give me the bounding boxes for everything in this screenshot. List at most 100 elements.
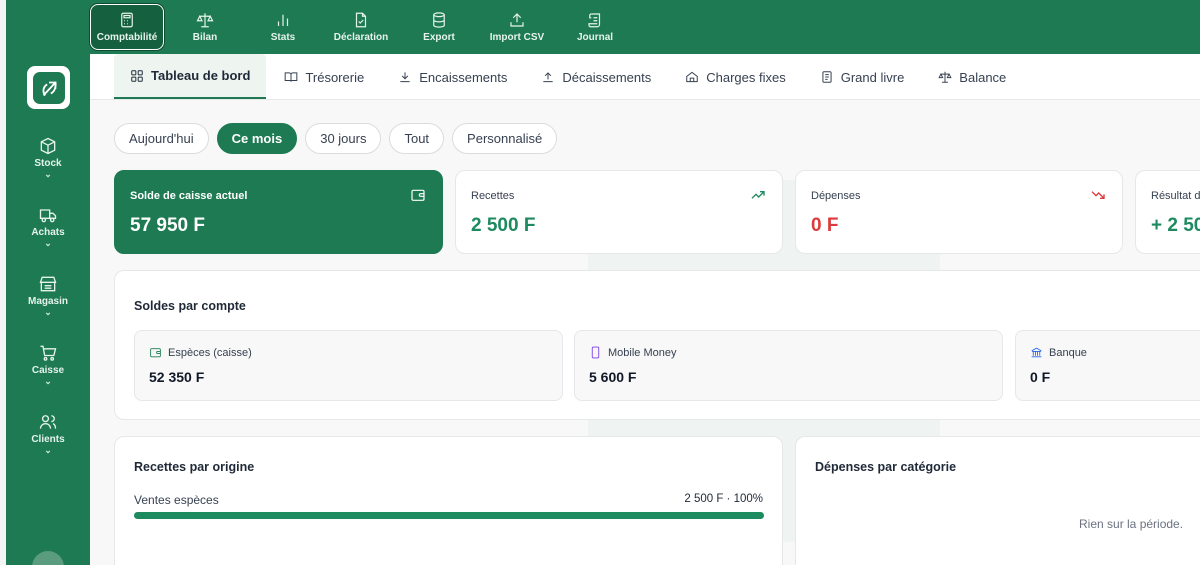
home-icon xyxy=(686,71,698,83)
account-bank-card[interactable]: Banque 0 F xyxy=(1015,330,1200,401)
topnav-bilan[interactable]: Bilan xyxy=(166,0,244,54)
topnav-label: Export xyxy=(423,32,455,43)
wallet-icon xyxy=(150,348,161,358)
file-check-icon xyxy=(355,12,367,28)
upload-icon xyxy=(543,72,554,83)
scale-icon xyxy=(938,71,952,83)
tab-label: Décaissements xyxy=(562,69,652,85)
period-today-button[interactable]: Aujourd'hui xyxy=(114,123,209,154)
kpi-expenses-card: Dépenses 0 F xyxy=(795,170,1123,254)
empty-state-text: Rien sur la période. xyxy=(1079,517,1184,531)
app-logo[interactable] xyxy=(27,66,70,109)
upload-icon xyxy=(510,13,524,27)
bank-icon xyxy=(1031,347,1042,358)
origin-progress-track xyxy=(134,512,764,519)
sidebar-item-stock[interactable]: Stock ⌄ xyxy=(6,136,90,179)
chevron-down-icon: ⌄ xyxy=(44,169,52,179)
account-cash-card[interactable]: Espèces (caisse) 52 350 F xyxy=(134,330,563,401)
chevron-down-icon: ⌄ xyxy=(44,445,52,455)
wallet-icon xyxy=(411,189,425,201)
account-value: 0 F xyxy=(1030,369,1051,385)
calculator-icon xyxy=(121,12,133,28)
account-label: Mobile Money xyxy=(589,346,676,359)
topnav-label: Stats xyxy=(270,32,296,43)
topnav-import-csv[interactable]: Import CSV xyxy=(478,0,556,54)
account-label-text: Espèces (caisse) xyxy=(168,346,252,359)
period-this-month-button[interactable]: Ce mois xyxy=(216,123,298,154)
cart-icon xyxy=(40,345,57,361)
section-title: Recettes par origine xyxy=(134,460,255,474)
origin-row-amount: 2 500 F · 100% xyxy=(684,493,763,505)
dashboard-icon xyxy=(131,69,143,82)
tab-label: Charges fixes xyxy=(706,69,786,85)
account-mobile-money-card[interactable]: Mobile Money 5 600 F xyxy=(574,330,1003,401)
sidebar: Stock ⌄ Achats ⌄ Magasin ⌄ Caisse ⌄ Clie… xyxy=(6,54,90,565)
account-value: 52 350 F xyxy=(149,369,205,385)
box-icon xyxy=(40,137,56,155)
tab-label: Encaissements xyxy=(419,69,508,85)
sidebar-item-magasin[interactable]: Magasin ⌄ xyxy=(6,274,90,317)
tab-tableau-de-bord[interactable]: Tableau de bord xyxy=(114,54,267,99)
topnav-label: Import CSV xyxy=(489,32,545,43)
account-value: 5 600 F xyxy=(589,369,637,385)
accounts-section: Soldes par compte Espèces (caisse) 52 35… xyxy=(114,270,1200,420)
kpi-label: Résultat d xyxy=(1151,190,1200,202)
tab-label: Balance xyxy=(959,69,1007,85)
period-all-button[interactable]: Tout xyxy=(389,123,445,154)
sidebar-item-clients[interactable]: Clients ⌄ xyxy=(6,412,90,455)
trending-up-icon xyxy=(751,191,765,199)
sidebar-item-label: Stock xyxy=(34,158,62,169)
main-content: Tableau de bord Trésorerie Encaissements… xyxy=(90,54,1200,565)
bar-chart-icon xyxy=(277,14,289,26)
tab-charges-fixes[interactable]: Charges fixes xyxy=(669,54,801,100)
download-icon xyxy=(400,72,410,83)
tab-encaissements[interactable]: Encaissements xyxy=(382,54,523,100)
smartphone-icon xyxy=(591,346,600,359)
topnav-declaration[interactable]: Déclaration xyxy=(322,0,400,54)
topnav-label: Comptabilité xyxy=(96,32,158,43)
expense-category-card: Dépenses par catégorie Rien sur la pério… xyxy=(795,436,1200,565)
period-filter: Aujourd'hui Ce mois 30 jours Tout Person… xyxy=(114,123,558,154)
sidebar-item-caisse[interactable]: Caisse ⌄ xyxy=(6,343,90,386)
kpi-value: 0 F xyxy=(811,215,839,236)
leaf-logo-icon xyxy=(42,80,57,96)
account-label: Espèces (caisse) xyxy=(149,346,252,359)
avatar[interactable] xyxy=(32,551,64,565)
account-label-text: Banque xyxy=(1049,346,1087,359)
kpi-label: Recettes xyxy=(471,190,515,202)
top-bar: Comptabilité Bilan Stats Déclaration Exp… xyxy=(0,0,1200,565)
tab-decaissements[interactable]: Décaissements xyxy=(525,54,667,100)
topnav-label: Déclaration xyxy=(333,32,389,43)
tab-label: Trésorerie xyxy=(305,69,365,85)
sidebar-item-achats[interactable]: Achats ⌄ xyxy=(6,205,90,248)
top-nav: Comptabilité Bilan Stats Déclaration Exp… xyxy=(88,0,634,54)
topnav-stats[interactable]: Stats xyxy=(244,0,322,54)
tab-tresorerie[interactable]: Trésorerie xyxy=(268,54,380,100)
tab-bar: Tableau de bord Trésorerie Encaissements… xyxy=(90,54,1200,100)
tab-grand-livre[interactable]: Grand livre xyxy=(804,54,921,100)
tab-label: Tableau de bord xyxy=(151,68,251,83)
kpi-label: Solde de caisse actuel xyxy=(130,190,248,202)
scroll-icon xyxy=(588,13,601,28)
origin-row-label: Ventes espèces xyxy=(134,493,219,507)
tab-balance[interactable]: Balance xyxy=(922,54,1022,100)
topnav-label: Journal xyxy=(576,32,614,43)
income-origin-card: Recettes par origine Ventes espèces 2 50… xyxy=(114,436,783,565)
topnav-journal[interactable]: Journal xyxy=(556,0,634,54)
trending-down-icon xyxy=(1091,191,1105,199)
origin-progress-fill xyxy=(134,512,764,519)
book-icon xyxy=(285,72,298,82)
topnav-export[interactable]: Export xyxy=(400,0,478,54)
kpi-cash-card: Solde de caisse actuel 57 950 F xyxy=(114,170,443,254)
ledger-icon xyxy=(822,71,832,83)
period-30-days-button[interactable]: 30 jours xyxy=(305,123,382,154)
period-custom-button[interactable]: Personnalisé xyxy=(452,123,558,154)
chevron-down-icon: ⌄ xyxy=(44,238,52,248)
kpi-label: Dépenses xyxy=(811,190,861,202)
topnav-comptabilite[interactable]: Comptabilité xyxy=(90,4,164,50)
topnav-label: Bilan xyxy=(192,32,218,43)
scale-icon xyxy=(196,13,214,28)
section-title: Soldes par compte xyxy=(134,299,246,313)
account-label: Banque xyxy=(1030,346,1087,359)
account-label-text: Mobile Money xyxy=(608,346,677,359)
